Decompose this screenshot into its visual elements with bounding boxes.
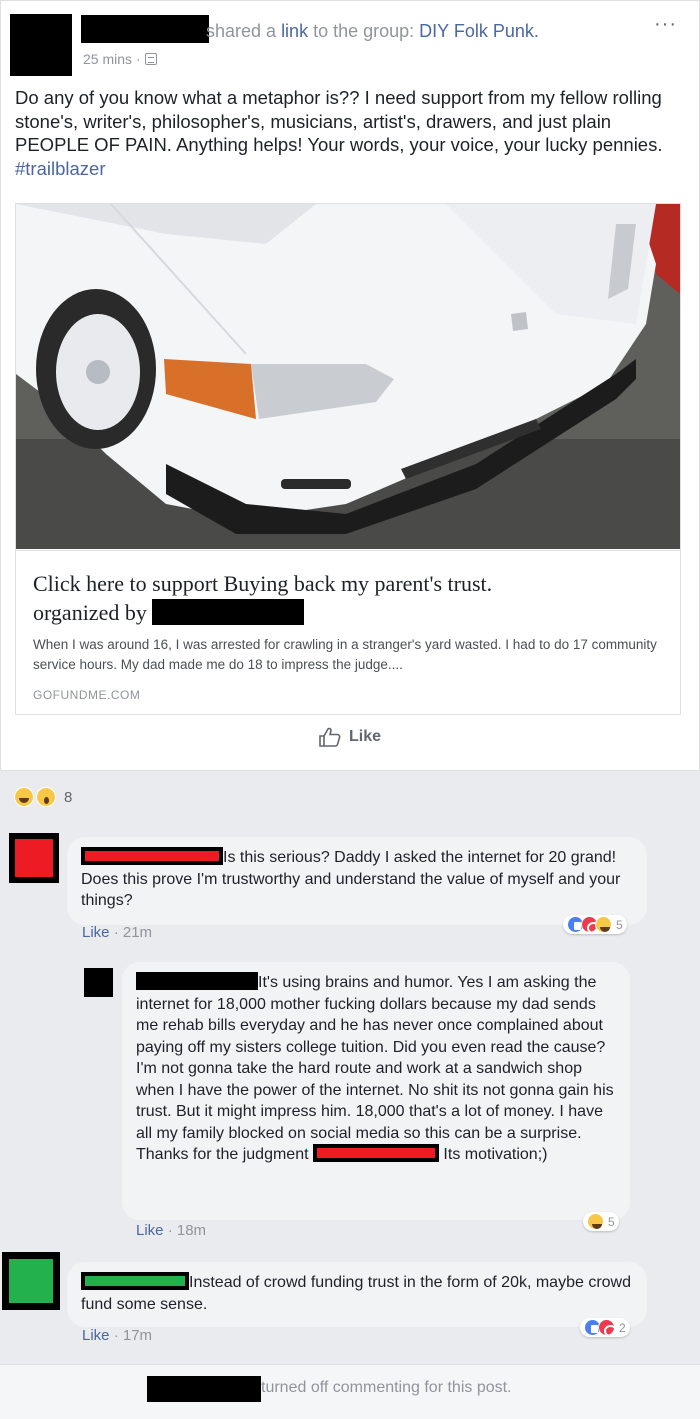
- comment-bubble: Instead of crowd funding trust in the fo…: [67, 1262, 647, 1327]
- post-timestamp: 25 mins ·: [83, 51, 157, 67]
- comments-disabled-footer: turned off commenting for this post.: [0, 1364, 700, 1419]
- reply-bubble: It's using brains and humor. Yes I am as…: [122, 962, 630, 1220]
- thumbs-up-icon: [319, 727, 341, 747]
- comment-bubble: Is this serious? Daddy I asked the inter…: [67, 837, 647, 925]
- more-dots-icon[interactable]: ···: [654, 13, 677, 36]
- shared-link[interactable]: link: [281, 21, 308, 41]
- reply-time[interactable]: · 18m: [164, 1222, 206, 1239]
- organized-by-label: organized by: [33, 600, 153, 625]
- hashtag-link[interactable]: #trailblazer: [15, 158, 106, 179]
- love-reaction-icon: [598, 1319, 617, 1337]
- reply-text-b: Its motivation;): [438, 1146, 548, 1163]
- replier-avatar-redacted[interactable]: [84, 968, 113, 997]
- commenter-name-redacted[interactable]: [81, 847, 223, 865]
- post-body: Do any of you know what a metaphor is?? …: [15, 86, 687, 180]
- reply-like-link[interactable]: Like: [136, 1222, 164, 1239]
- post-text: Do any of you know what a metaphor is?? …: [15, 87, 663, 155]
- replier-name-redacted[interactable]: [136, 972, 258, 990]
- comment-meta: Like · 21m: [82, 924, 152, 941]
- reply-reactions[interactable]: 5: [583, 1212, 619, 1231]
- like-button[interactable]: Like: [1, 727, 699, 747]
- link-title[interactable]: Click here to support Buying back my par…: [33, 569, 663, 627]
- comment-like-link[interactable]: Like: [82, 1327, 110, 1344]
- laugh-reaction-icon: [595, 916, 612, 933]
- like-label: Like: [348, 728, 381, 745]
- globe-icon: [144, 53, 157, 65]
- commenter-avatar-red[interactable]: [9, 833, 59, 883]
- laugh-emoji-icon: [14, 787, 34, 807]
- admin-name-redacted[interactable]: [147, 1376, 261, 1402]
- reaction-count: 5: [608, 1214, 615, 1229]
- wow-emoji-icon: [36, 787, 56, 807]
- group-link[interactable]: DIY Folk Punk.: [419, 21, 539, 41]
- post-card: shared a link to the group: DIY Folk Pun…: [0, 0, 700, 771]
- commenter-avatar-green[interactable]: [2, 1252, 60, 1310]
- comment-reactions[interactable]: 2: [580, 1318, 630, 1337]
- link-preview-image[interactable]: [16, 204, 680, 549]
- reaction-count: 2: [619, 1320, 626, 1335]
- car-photo: [16, 204, 680, 549]
- poster-name-redacted[interactable]: [81, 15, 209, 43]
- link-preview-card[interactable]: Click here to support Buying back my par…: [15, 203, 681, 715]
- comment-reactions[interactable]: 5: [563, 915, 627, 934]
- comment-meta: Like · 17m: [82, 1327, 152, 1344]
- shared-line: shared a link to the group: DIY Folk Pun…: [206, 21, 539, 42]
- reactions-summary[interactable]: 8: [14, 787, 72, 807]
- poster-avatar-redacted[interactable]: [10, 14, 72, 76]
- commenter-name-redacted[interactable]: [81, 1272, 189, 1290]
- timestamp-text[interactable]: 25 mins ·: [83, 51, 141, 67]
- footer-text: turned off commenting for this post.: [261, 1379, 512, 1396]
- organizer-name-redacted: [152, 599, 305, 625]
- mentioned-name-redacted[interactable]: [312, 1144, 439, 1162]
- reply-text-a: It's using brains and humor. Yes I am as…: [136, 974, 614, 1163]
- reactions-count: 8: [64, 788, 73, 806]
- link-domain: GOFUNDME.COM: [33, 688, 141, 702]
- comment-time[interactable]: · 21m: [110, 924, 152, 941]
- comment-time[interactable]: · 17m: [110, 1327, 152, 1344]
- reaction-count: 5: [616, 917, 623, 932]
- link-title-line2: organized by: [33, 598, 663, 627]
- link-description: When I was around 16, I was arrested for…: [33, 637, 657, 672]
- shared-suffix: to the group:: [308, 21, 420, 41]
- laugh-reaction-icon: [587, 1213, 604, 1230]
- shared-prefix: shared a: [206, 21, 282, 41]
- reply-meta: Like · 18m: [136, 1222, 206, 1239]
- link-title-line1: Click here to support Buying back my par…: [33, 571, 493, 596]
- link-info[interactable]: Click here to support Buying back my par…: [16, 550, 680, 715]
- comment-like-link[interactable]: Like: [82, 924, 110, 941]
